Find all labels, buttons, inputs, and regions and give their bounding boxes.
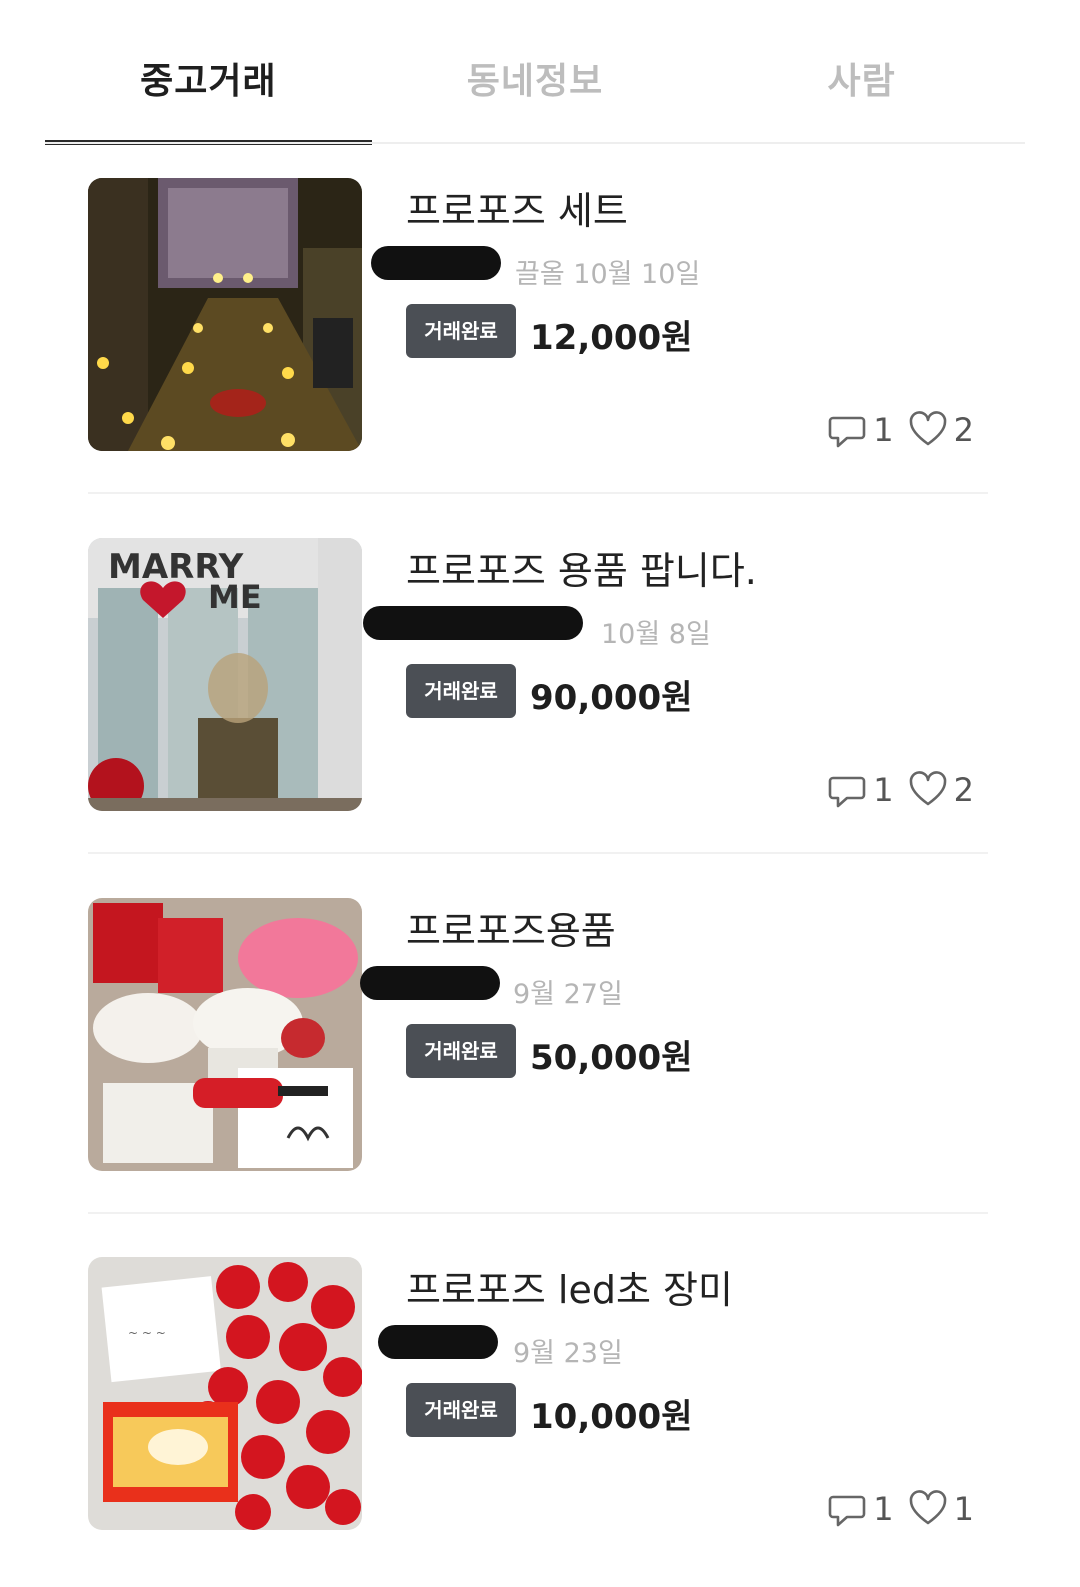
item-title[interactable]: 프로포즈용품 bbox=[406, 900, 616, 955]
like-count: 2 bbox=[953, 411, 974, 449]
list-divider bbox=[88, 492, 988, 494]
like-count: 2 bbox=[953, 771, 974, 809]
svg-text:ME: ME bbox=[208, 578, 262, 616]
item-meta-text: 10월 8일 bbox=[601, 619, 711, 650]
comment-count: 1 bbox=[873, 411, 894, 449]
item-meta-text: 9월 23일 bbox=[513, 1338, 623, 1369]
item-thumbnail[interactable]: ~ ~ ~ bbox=[88, 1257, 362, 1530]
item-meta-text: 9월 27일 bbox=[513, 979, 623, 1010]
status-badge: 거래완료 bbox=[406, 664, 516, 718]
item-counts: 1 2 bbox=[827, 408, 988, 452]
redacted-seller-name bbox=[371, 246, 501, 280]
comment-count: 1 bbox=[873, 1490, 894, 1528]
heart-icon[interactable] bbox=[908, 770, 948, 810]
svg-text:~ ~ ~: ~ ~ ~ bbox=[128, 1326, 166, 1340]
status-badge: 거래완료 bbox=[406, 1024, 516, 1078]
speech-bubble-icon bbox=[827, 410, 867, 450]
speech-bubble-icon bbox=[827, 770, 867, 810]
redacted-seller-name bbox=[360, 966, 500, 1000]
status-badge: 거래완료 bbox=[406, 1383, 516, 1437]
tab-bar: 중고거래 동네정보 사람 bbox=[45, 0, 1025, 145]
list-item[interactable]: MARRY ME 프로포즈 용품 팝니다. 10월 8일 거래완료 90,000… bbox=[88, 538, 988, 813]
redacted-seller-name bbox=[378, 1325, 498, 1359]
item-title[interactable]: 프로포즈 세트 bbox=[406, 180, 628, 235]
tab-divider bbox=[45, 142, 1025, 144]
heart-icon[interactable] bbox=[908, 410, 948, 450]
item-price: 90,000원 bbox=[530, 678, 693, 718]
tab-neighborhood-info[interactable]: 동네정보 bbox=[372, 0, 699, 145]
item-thumbnail[interactable] bbox=[88, 178, 362, 451]
list-item[interactable]: 프로포즈용품 9월 27일 거래완료 50,000원 bbox=[88, 898, 988, 1173]
item-meta-text: 끌올 10월 10일 bbox=[515, 259, 701, 290]
app-screen: 중고거래 동네정보 사람 프로포즈 세트 끌올 10월 10일 거래완료 12,… bbox=[0, 0, 1080, 1587]
list-item[interactable]: ~ ~ ~ 프로포즈 led초 장미 9월 23일 거래완료 10,000원 1… bbox=[88, 1257, 988, 1532]
comment-count: 1 bbox=[873, 771, 894, 809]
tab-people[interactable]: 사람 bbox=[698, 0, 1025, 145]
list-divider bbox=[88, 1212, 988, 1214]
like-count: 1 bbox=[953, 1490, 974, 1528]
item-price: 50,000원 bbox=[530, 1038, 693, 1078]
item-title[interactable]: 프로포즈 용품 팝니다. bbox=[406, 540, 757, 595]
item-thumbnail[interactable]: MARRY ME bbox=[88, 538, 362, 811]
list-item[interactable]: 프로포즈 세트 끌올 10월 10일 거래완료 12,000원 1 2 bbox=[88, 178, 988, 453]
item-price: 10,000원 bbox=[530, 1397, 693, 1437]
status-badge: 거래완료 bbox=[406, 304, 516, 358]
item-thumbnail[interactable] bbox=[88, 898, 362, 1171]
speech-bubble-icon bbox=[827, 1489, 867, 1529]
item-counts: 1 2 bbox=[827, 768, 988, 812]
list-divider bbox=[88, 852, 988, 854]
item-title[interactable]: 프로포즈 led초 장미 bbox=[406, 1259, 733, 1314]
heart-icon[interactable] bbox=[908, 1489, 948, 1529]
item-price: 12,000원 bbox=[530, 318, 693, 358]
item-counts: 1 1 bbox=[827, 1487, 988, 1531]
redacted-seller-name bbox=[363, 606, 583, 640]
tab-used-trade[interactable]: 중고거래 bbox=[45, 0, 372, 145]
